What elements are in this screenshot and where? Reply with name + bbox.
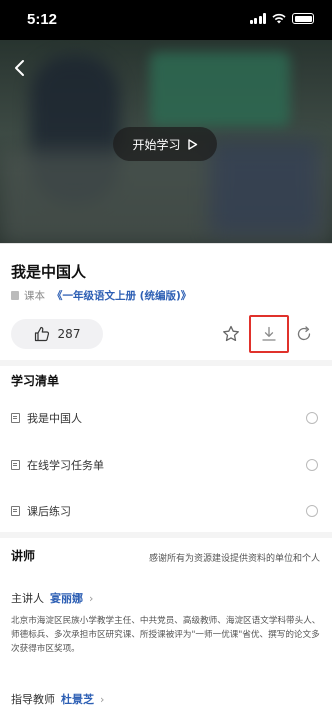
back-arrow-icon[interactable] (10, 58, 30, 78)
main-lecturer-role: 主讲人 (11, 592, 44, 605)
study-list-item-label: 在线学习任务单 (27, 459, 104, 472)
like-count: 287 (57, 327, 81, 341)
lecturer-bio: 北京市海淀区民族小学教学主任、中共党员、高级教师、海淀区语文学科带头人、师德标兵… (11, 616, 321, 654)
video-blur (150, 52, 290, 127)
status-icons (249, 13, 314, 24)
completion-radio (306, 459, 318, 471)
main-lecturer-row[interactable]: 主讲人 宴丽娜 › (11, 590, 93, 606)
wifi-icon (272, 13, 286, 24)
battery-icon (292, 13, 314, 24)
lesson-content: 我是中国人 课本 《一年级语文上册 (统编版)》 287 学习清单 我是中国人 … (0, 243, 332, 720)
share-icon[interactable] (295, 325, 313, 343)
completion-radio (306, 505, 318, 517)
document-icon (11, 506, 20, 516)
download-button[interactable] (249, 315, 289, 353)
study-list-item[interactable]: 在线学习任务单 (11, 453, 321, 477)
download-icon (262, 326, 276, 341)
like-button[interactable]: 287 (11, 319, 103, 349)
study-list-item-label: 课后练习 (27, 505, 71, 518)
thumbs-up-icon (34, 326, 49, 342)
guide-teacher-row[interactable]: 指导教师 杜景芝 › (11, 691, 104, 707)
study-list-title: 学习清单 (11, 374, 60, 388)
status-time: 5:12 (27, 11, 58, 28)
guide-teacher-role: 指导教师 (11, 693, 55, 706)
section-divider (0, 360, 332, 366)
textbook-link[interactable]: 《一年级语文上册 (统编版)》 (52, 288, 191, 303)
document-icon (11, 413, 20, 423)
lesson-meta: 课本 《一年级语文上册 (统编版)》 (11, 288, 191, 303)
main-lecturer-name: 宴丽娜 (50, 592, 83, 605)
lesson-title: 我是中国人 (11, 263, 87, 281)
thanks-note: 感谢所有为资源建设提供资料的单位和个人 (148, 554, 320, 564)
document-icon (11, 460, 20, 470)
start-study-button[interactable]: 开始学习 (113, 127, 217, 161)
start-study-label: 开始学习 (132, 137, 181, 152)
guide-teacher-name: 杜景芝 (61, 693, 94, 706)
lesson-type-label: 课本 (24, 290, 45, 302)
status-bar: 5:12 (0, 0, 332, 40)
section-divider (0, 532, 332, 538)
book-icon (11, 291, 19, 300)
completion-radio (306, 412, 318, 424)
chevron-right-icon: › (89, 591, 94, 605)
play-icon (187, 138, 197, 150)
study-list-item-label: 我是中国人 (27, 412, 82, 425)
cellular-signal-icon (249, 13, 266, 24)
video-player[interactable]: 5:12 开始学习 (0, 0, 332, 243)
video-blur (210, 140, 320, 235)
study-list-item[interactable]: 课后练习 (11, 499, 321, 523)
study-list-item[interactable]: 我是中国人 (11, 406, 321, 430)
lecturer-title: 讲师 (11, 549, 36, 563)
chevron-right-icon: › (100, 692, 105, 706)
favorite-star-icon[interactable] (222, 325, 240, 343)
